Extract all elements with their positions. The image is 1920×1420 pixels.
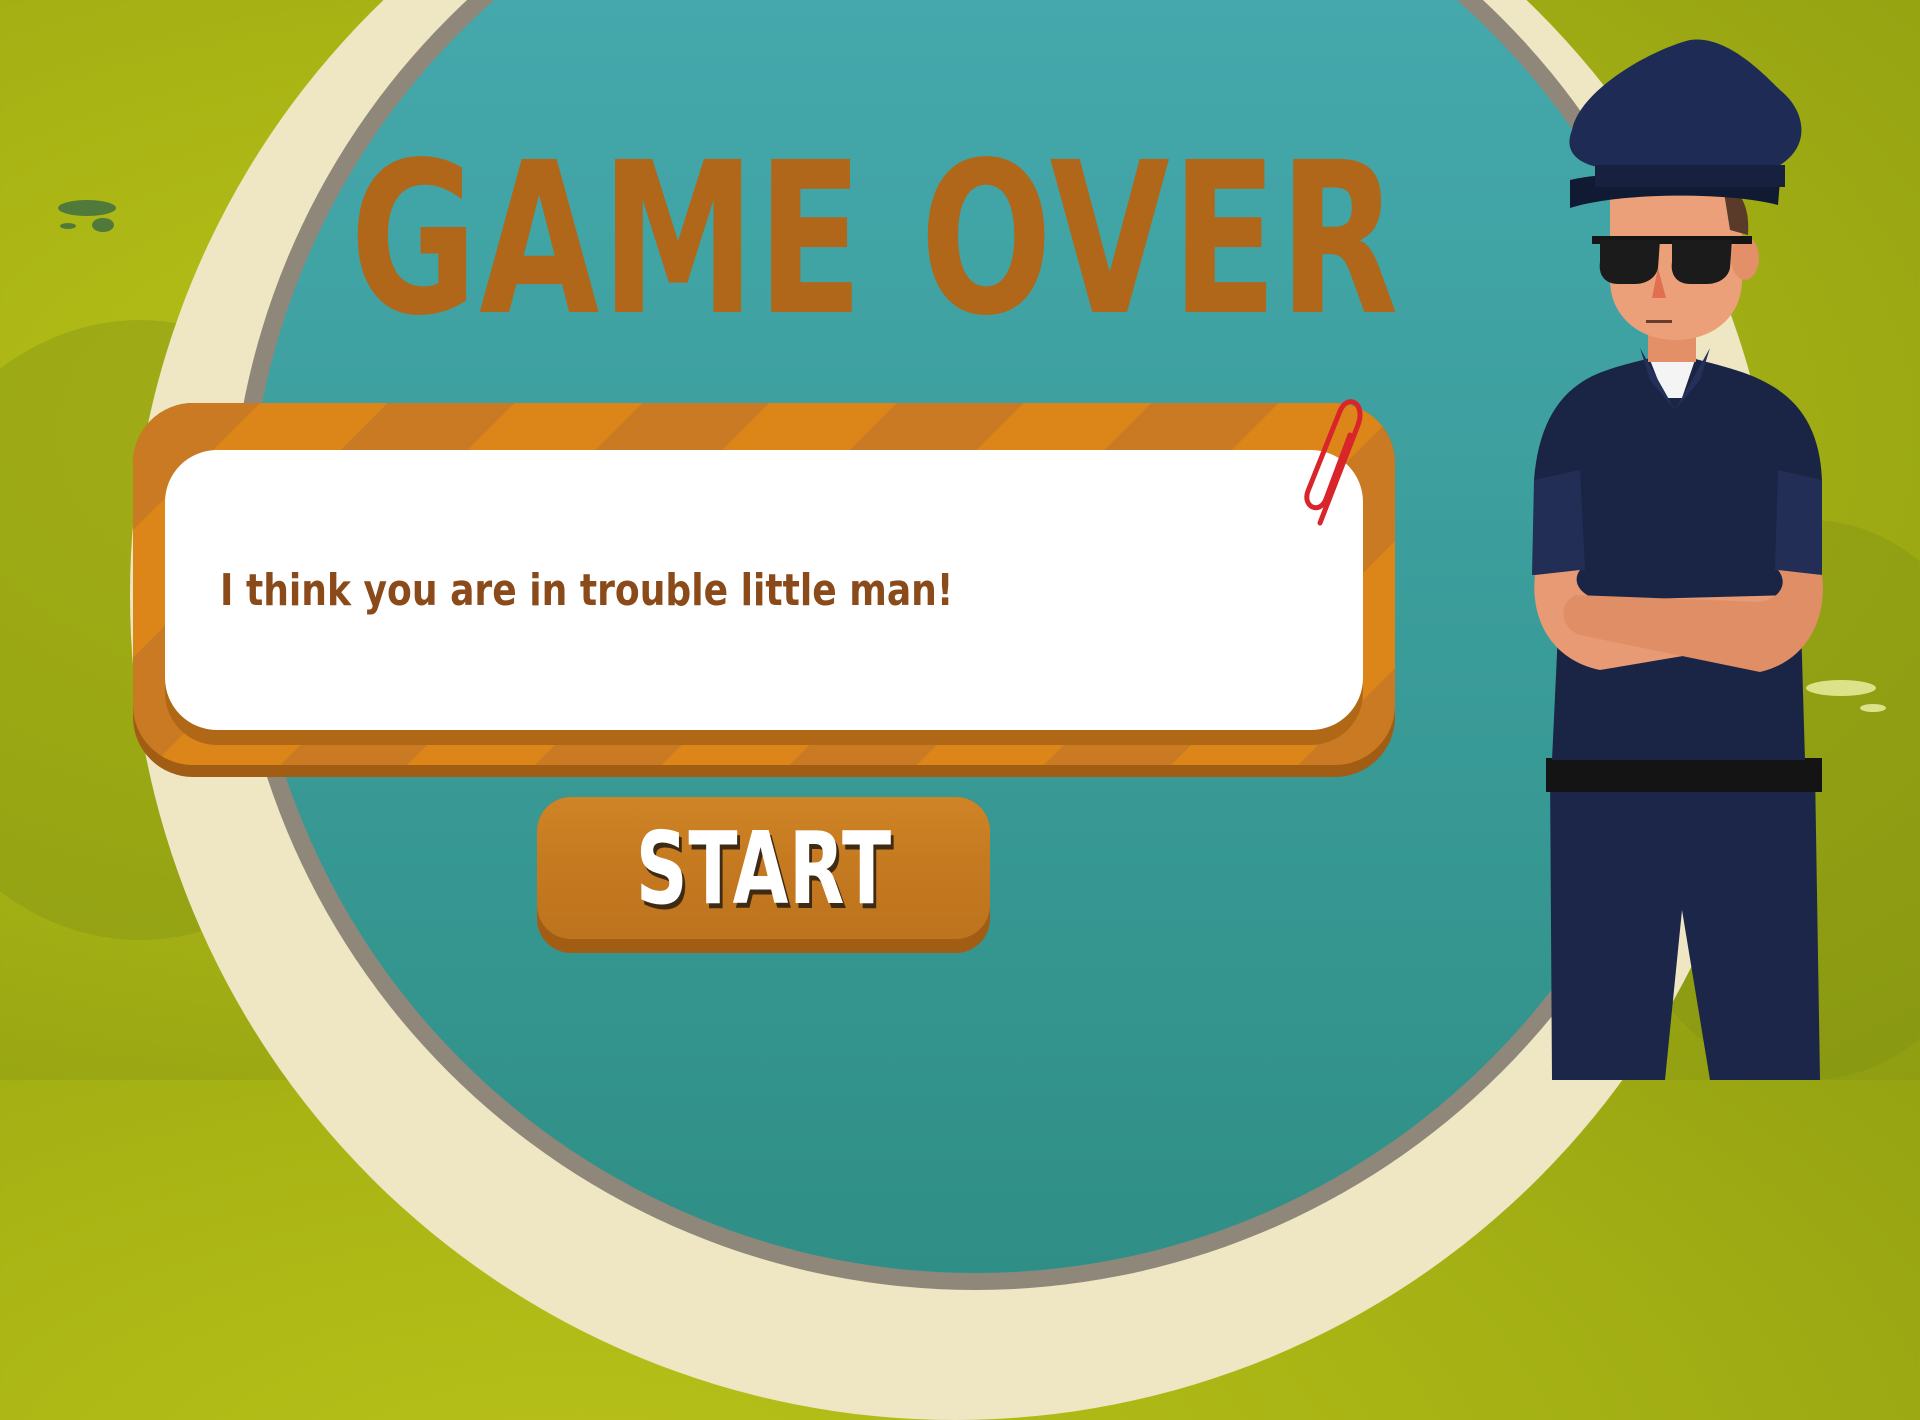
background-spot (92, 218, 114, 232)
paperclip-icon (1304, 399, 1363, 526)
officer-sunglasses (1599, 240, 1660, 284)
officer-pants (1550, 770, 1820, 1080)
start-button-face[interactable]: START (537, 797, 990, 939)
background-spot (58, 200, 116, 216)
officer-belt (1546, 758, 1822, 792)
police-officer (1532, 39, 1823, 1080)
start-button[interactable]: START (537, 797, 990, 953)
start-button-label: START (635, 809, 892, 927)
game-over-title: GAME OVER (350, 117, 1401, 362)
dialog-box: I think you are in trouble little man! (165, 450, 1363, 730)
officer-hat (1569, 39, 1802, 177)
dialog-message: I think you are in trouble little man! (220, 564, 954, 616)
background-spot (60, 223, 76, 229)
